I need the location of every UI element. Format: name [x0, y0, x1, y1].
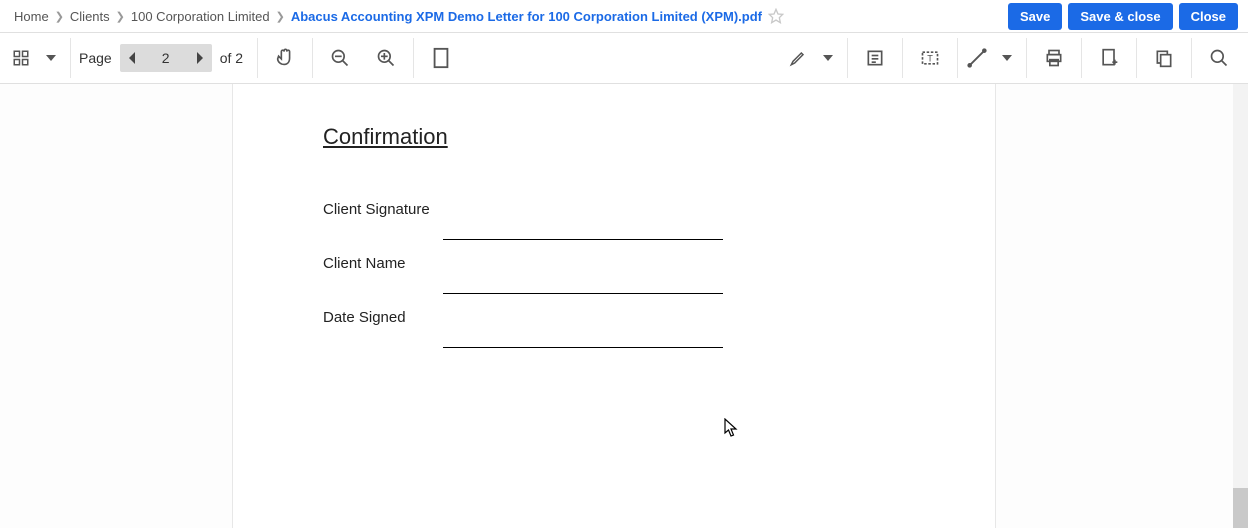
page-input[interactable]	[146, 44, 186, 72]
line-tool-icon[interactable]	[962, 33, 992, 83]
toolbar-separator	[1026, 38, 1027, 78]
pdf-toolbar: Page of 2 T	[0, 32, 1248, 84]
action-buttons: Save Save & close Close	[1008, 3, 1238, 30]
field-row-name: Client Name	[323, 244, 905, 298]
field-label: Client Signature	[323, 201, 443, 244]
scroll-thumb[interactable]	[1233, 488, 1248, 528]
toolbar-separator	[847, 38, 848, 78]
print-icon[interactable]	[1031, 33, 1077, 83]
add-page-icon[interactable]	[1086, 33, 1132, 83]
field-label: Client Name	[323, 255, 443, 298]
signature-line	[443, 239, 723, 240]
toolbar-separator	[957, 38, 958, 78]
svg-text:T: T	[927, 53, 933, 63]
top-bar: Home ❯ Clients ❯ 100 Corporation Limited…	[0, 0, 1248, 32]
signature-line	[443, 293, 723, 294]
note-icon[interactable]	[852, 33, 898, 83]
crumb-company[interactable]: 100 Corporation Limited	[131, 9, 270, 24]
page-label: Page	[75, 50, 120, 66]
save-button[interactable]: Save	[1008, 3, 1062, 30]
copy-icon[interactable]	[1141, 33, 1187, 83]
zoom-out-icon[interactable]	[317, 33, 363, 83]
field-row-signature: Client Signature	[323, 190, 905, 244]
breadcrumbs: Home ❯ Clients ❯ 100 Corporation Limited…	[14, 8, 784, 24]
thumbnails-icon[interactable]	[6, 33, 36, 83]
toolbar-separator	[1136, 38, 1137, 78]
save-close-button[interactable]: Save & close	[1068, 3, 1172, 30]
star-icon[interactable]	[768, 8, 784, 24]
pan-tool-icon[interactable]	[262, 33, 308, 83]
page-nav	[120, 44, 212, 72]
zoom-in-icon[interactable]	[363, 33, 409, 83]
fit-page-icon[interactable]	[418, 33, 464, 83]
highlighter-icon[interactable]	[783, 33, 813, 83]
pdf-page: Confirmation Client Signature Client Nam…	[232, 84, 996, 528]
toolbar-separator	[1191, 38, 1192, 78]
toolbar-separator	[70, 38, 71, 78]
field-label: Date Signed	[323, 309, 443, 352]
line-dropdown-icon[interactable]	[992, 33, 1022, 83]
signature-line	[443, 347, 723, 348]
toolbar-separator	[902, 38, 903, 78]
crumb-clients[interactable]: Clients	[70, 9, 110, 24]
prev-page-button[interactable]	[120, 44, 146, 72]
close-button[interactable]: Close	[1179, 3, 1238, 30]
field-row-date: Date Signed	[323, 298, 905, 352]
highlighter-dropdown-icon[interactable]	[813, 33, 843, 83]
panel-dropdown-icon[interactable]	[36, 33, 66, 83]
search-icon[interactable]	[1196, 33, 1242, 83]
next-page-button[interactable]	[186, 44, 212, 72]
doc-heading: Confirmation	[323, 124, 905, 150]
toolbar-separator	[413, 38, 414, 78]
toolbar-separator	[1081, 38, 1082, 78]
toolbar-separator	[257, 38, 258, 78]
crumb-home[interactable]: Home	[14, 9, 49, 24]
chevron-right-icon: ❯	[55, 10, 64, 23]
toolbar-separator	[312, 38, 313, 78]
document-viewport[interactable]: Confirmation Client Signature Client Nam…	[0, 84, 1248, 528]
page-total: of 2	[212, 50, 253, 66]
scrollbar[interactable]	[1233, 84, 1248, 528]
chevron-right-icon: ❯	[116, 10, 125, 23]
chevron-right-icon: ❯	[276, 10, 285, 23]
text-box-icon[interactable]: T	[907, 33, 953, 83]
crumb-file[interactable]: Abacus Accounting XPM Demo Letter for 10…	[291, 9, 762, 24]
